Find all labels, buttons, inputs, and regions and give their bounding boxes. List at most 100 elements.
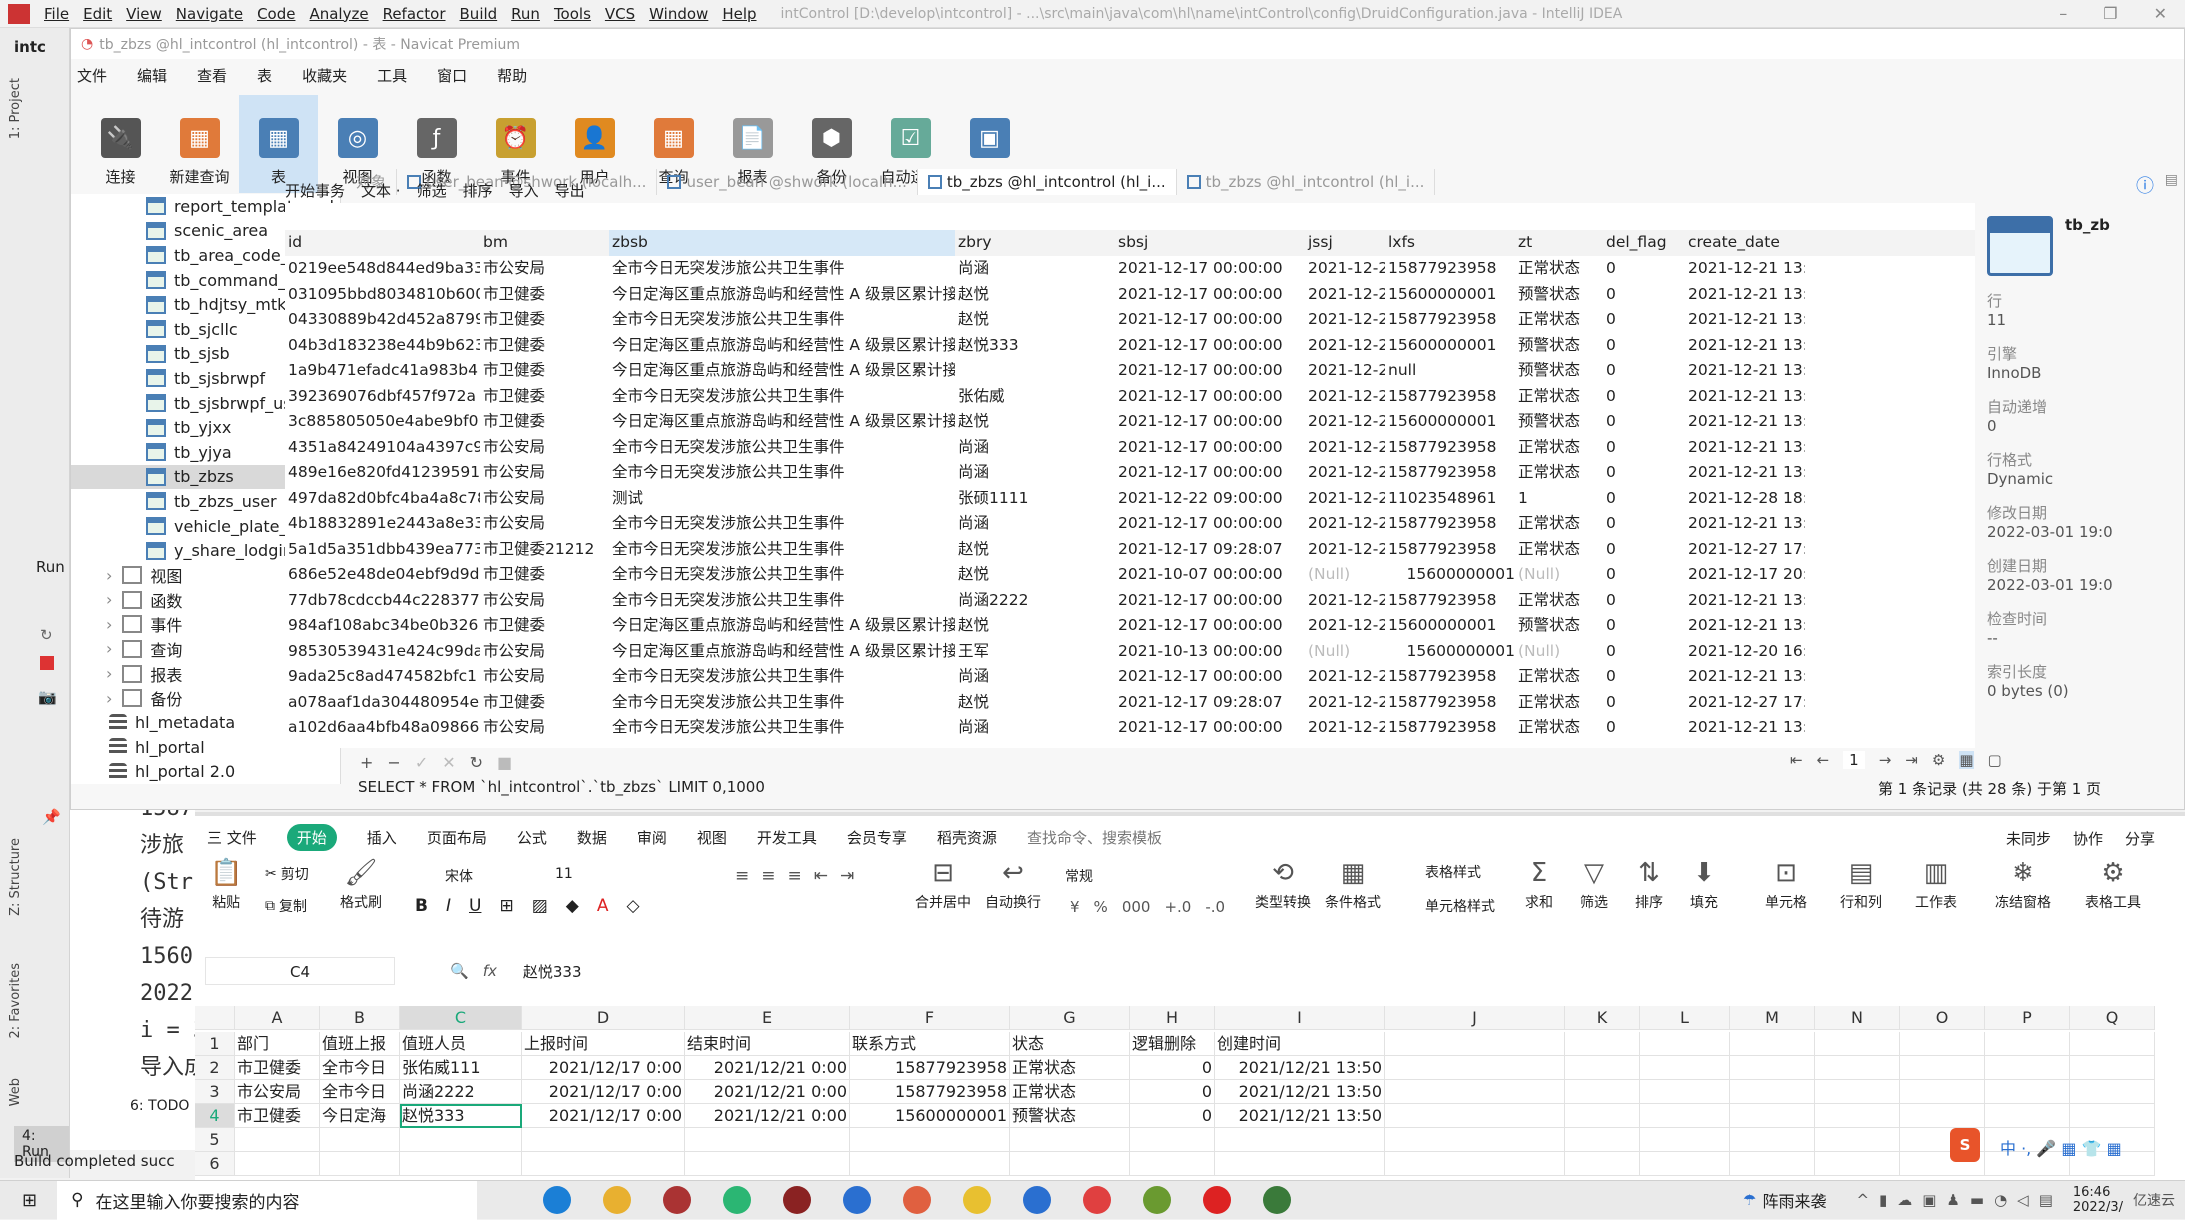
cell-del_flag[interactable]: 0 [1603,588,1685,614]
rerun-icon[interactable]: ↻ [40,626,53,644]
sheet-cell[interactable] [1215,1128,1385,1152]
sheet-cell[interactable]: 0 [1130,1104,1215,1128]
sheet-cell[interactable] [1130,1128,1215,1152]
menu-edit[interactable]: Edit [83,5,112,23]
cell-lxfs[interactable]: null [1385,358,1515,384]
cell-sbsj[interactable]: 2021-12-17 00:00:00 [1115,282,1305,308]
cell-zbry[interactable]: 王军 [955,639,1115,665]
cell-zt[interactable]: (Null) [1515,562,1603,588]
cell-zt[interactable]: 正常状态 [1515,715,1603,741]
sheet-cell[interactable] [320,1152,400,1176]
sheet-cell[interactable]: 15877923958 [850,1080,1010,1104]
sheet-cell[interactable]: 预警状态 [1010,1104,1130,1128]
cut-button[interactable]: ✂ 剪切 [265,864,309,884]
cell-id[interactable]: 04330889b42d452a8799c [285,307,480,333]
thousands-icon[interactable]: 000 [1122,898,1151,916]
cell-id[interactable]: 686e52e48de04ebf9d9d3 [285,562,480,588]
sheet-cell[interactable] [1385,1080,1565,1104]
cell-create_date[interactable]: 2021-12-17 20:5 [1685,562,1805,588]
sheet-cell[interactable] [1815,1056,1900,1080]
column-header-create_date[interactable]: create_date [1685,230,1805,256]
cell-zbry[interactable]: 尚涵 [955,664,1115,690]
cell-id[interactable]: 497da82d0bfc4ba4a8c78 [285,486,480,512]
select-all-corner[interactable] [195,1006,235,1030]
table-row[interactable]: 77db78cdccb44c228377 市公安局 全市今日无突发涉旅公共卫生事件尚… [285,588,2005,614]
cell-id[interactable]: 4b18832891e2443a8e33 [285,511,480,537]
cell-zbsb[interactable]: 全市今日无突发涉旅公共卫生事件 [609,307,955,333]
sheet-cell[interactable]: 市卫健委 [235,1104,320,1128]
cell-zbry[interactable]: 赵悦 [955,690,1115,716]
table-row[interactable]: 04330889b42d452a8799c 市卫健委 全市今日无突发涉旅公共卫生事件… [285,307,2005,333]
menu-vcs[interactable]: VCS [605,5,635,23]
paste-button[interactable]: 📋 粘贴 [210,858,242,912]
table-row[interactable]: 3c885805050e4abe9bf0 市卫健委 今日定海区重点旅游岛屿和经营性 … [285,409,2005,435]
sheet-cell[interactable] [1640,1152,1730,1176]
sheet-cell[interactable] [320,1128,400,1152]
cell-lxfs[interactable]: 15877923958 [1385,690,1515,716]
cell-sbsj[interactable]: 2021-12-17 00:00:00 [1115,715,1305,741]
cell-zbry[interactable]: 尚涵 [955,511,1115,537]
wps-tab[interactable]: 插入 [367,827,397,848]
number-format-select[interactable]: 常规 [1065,866,1093,886]
filter-button[interactable]: 筛选 [417,180,447,201]
cell-jssj[interactable]: 2021-12-2 [1305,613,1385,639]
windows-start-icon[interactable]: ⊞ [22,1190,37,1211]
taskbar-app-icon[interactable] [543,1186,572,1214]
sheet-cell[interactable]: 2021/12/21 0:00 [685,1056,850,1080]
row-header[interactable]: 3 [195,1080,235,1104]
table-row[interactable]: 4b18832891e2443a8e33 市公安局 全市今日无突发涉旅公共卫生事件尚… [285,511,2005,537]
cell-create_date[interactable]: 2021-12-21 13:5 [1685,358,1805,384]
sheet-cell[interactable]: 15877923958 [850,1056,1010,1080]
navicat-menu-item[interactable]: 文件 [77,65,107,86]
restore-button[interactable]: ❐ [2103,4,2117,23]
tree-database-item[interactable]: hl_portal 2.0 [71,760,340,784]
row-header[interactable]: 6 [195,1152,235,1176]
cell-lxfs[interactable]: 15877923958 [1385,588,1515,614]
cell-zbsb[interactable]: 测试 [609,486,955,512]
merge-button[interactable]: ⊟ 合并居中 [915,858,971,912]
add-row-icon[interactable]: + [360,753,373,772]
clear-icon[interactable]: ◇ [626,896,639,916]
cell-id[interactable]: a078aaf1da304480954e2 [285,690,480,716]
column-header-F[interactable]: F [850,1006,1010,1030]
cell-zbry[interactable]: 尚涵 [955,435,1115,461]
sheet-cell[interactable] [1815,1128,1900,1152]
data-grid[interactable]: id bm zbsb zbry sbsj jssj lxfs zt del_flag create… [285,203,2005,748]
navicat-menu-item[interactable]: 收藏夹 [302,65,347,86]
cell-lxfs[interactable]: 15877923958 [1385,715,1515,741]
dec-decimal-icon[interactable]: -.0 [1205,898,1225,916]
cell-sbsj[interactable]: 2021-12-22 09:00:00 [1115,486,1305,512]
column-header-zt[interactable]: zt [1515,230,1603,256]
sheet-cell[interactable]: 结束时间 [685,1032,850,1056]
cell-sbsj[interactable]: 2021-12-17 00:00:00 [1115,664,1305,690]
navicat-menu-item[interactable]: 窗口 [437,65,467,86]
menu-view[interactable]: View [126,5,162,23]
cell-zbry[interactable]: 尚涵 [955,460,1115,486]
table-row[interactable]: 5a1d5a351dbb439ea773 市卫健委21212 全市今日无突发涉旅公共… [285,537,2005,563]
table-row[interactable]: 984af108abc34be0b326 市卫健委 今日定海区重点旅游岛屿和经营性 … [285,613,2005,639]
cell-zt[interactable]: 正常状态 [1515,384,1603,410]
copy-button[interactable]: ⧉ 复制 [265,896,307,916]
sheet-cell[interactable] [1815,1032,1900,1056]
cell-zbsb[interactable]: 全市今日无突发涉旅公共卫生事件 [609,715,955,741]
cell-sbsj[interactable]: 2021-12-17 00:00:00 [1115,358,1305,384]
cell-create_date[interactable]: 2021-12-21 13:5 [1685,664,1805,690]
tab-favorites[interactable]: 2: Favorites [8,963,23,1039]
cell-zbsb[interactable]: 全市今日无突发涉旅公共卫生事件 [609,562,955,588]
cell-create_date[interactable]: 2021-12-21 13:5 [1685,307,1805,333]
page-number[interactable]: 1 [1843,751,1865,769]
cell-jssj[interactable]: (Null) [1305,562,1385,588]
cell-bm[interactable]: 市公安局 [480,256,609,282]
cell-jssj[interactable]: 2021-12-2 [1305,409,1385,435]
clock[interactable]: 16:46 2022/3/ [2073,1185,2123,1215]
cell-zbry[interactable]: 赵悦 [955,409,1115,435]
sheet-cell[interactable] [850,1152,1010,1176]
chevron-right-icon[interactable]: › [106,615,112,634]
format-painter-button[interactable]: 🖌 格式刷 [340,858,382,912]
begin-transaction-button[interactable]: 开始事务 [285,180,345,201]
row-header[interactable]: 1 [195,1032,235,1056]
menu-help[interactable]: Help [722,5,756,23]
tools-button[interactable]: ⚙ 表格工具 [2085,858,2141,912]
tab-table[interactable]: tb_zbzs @hl_intcontrol (hl_i... [1177,169,1436,195]
cell-sbsj[interactable]: 2021-12-17 00:00:00 [1115,333,1305,359]
